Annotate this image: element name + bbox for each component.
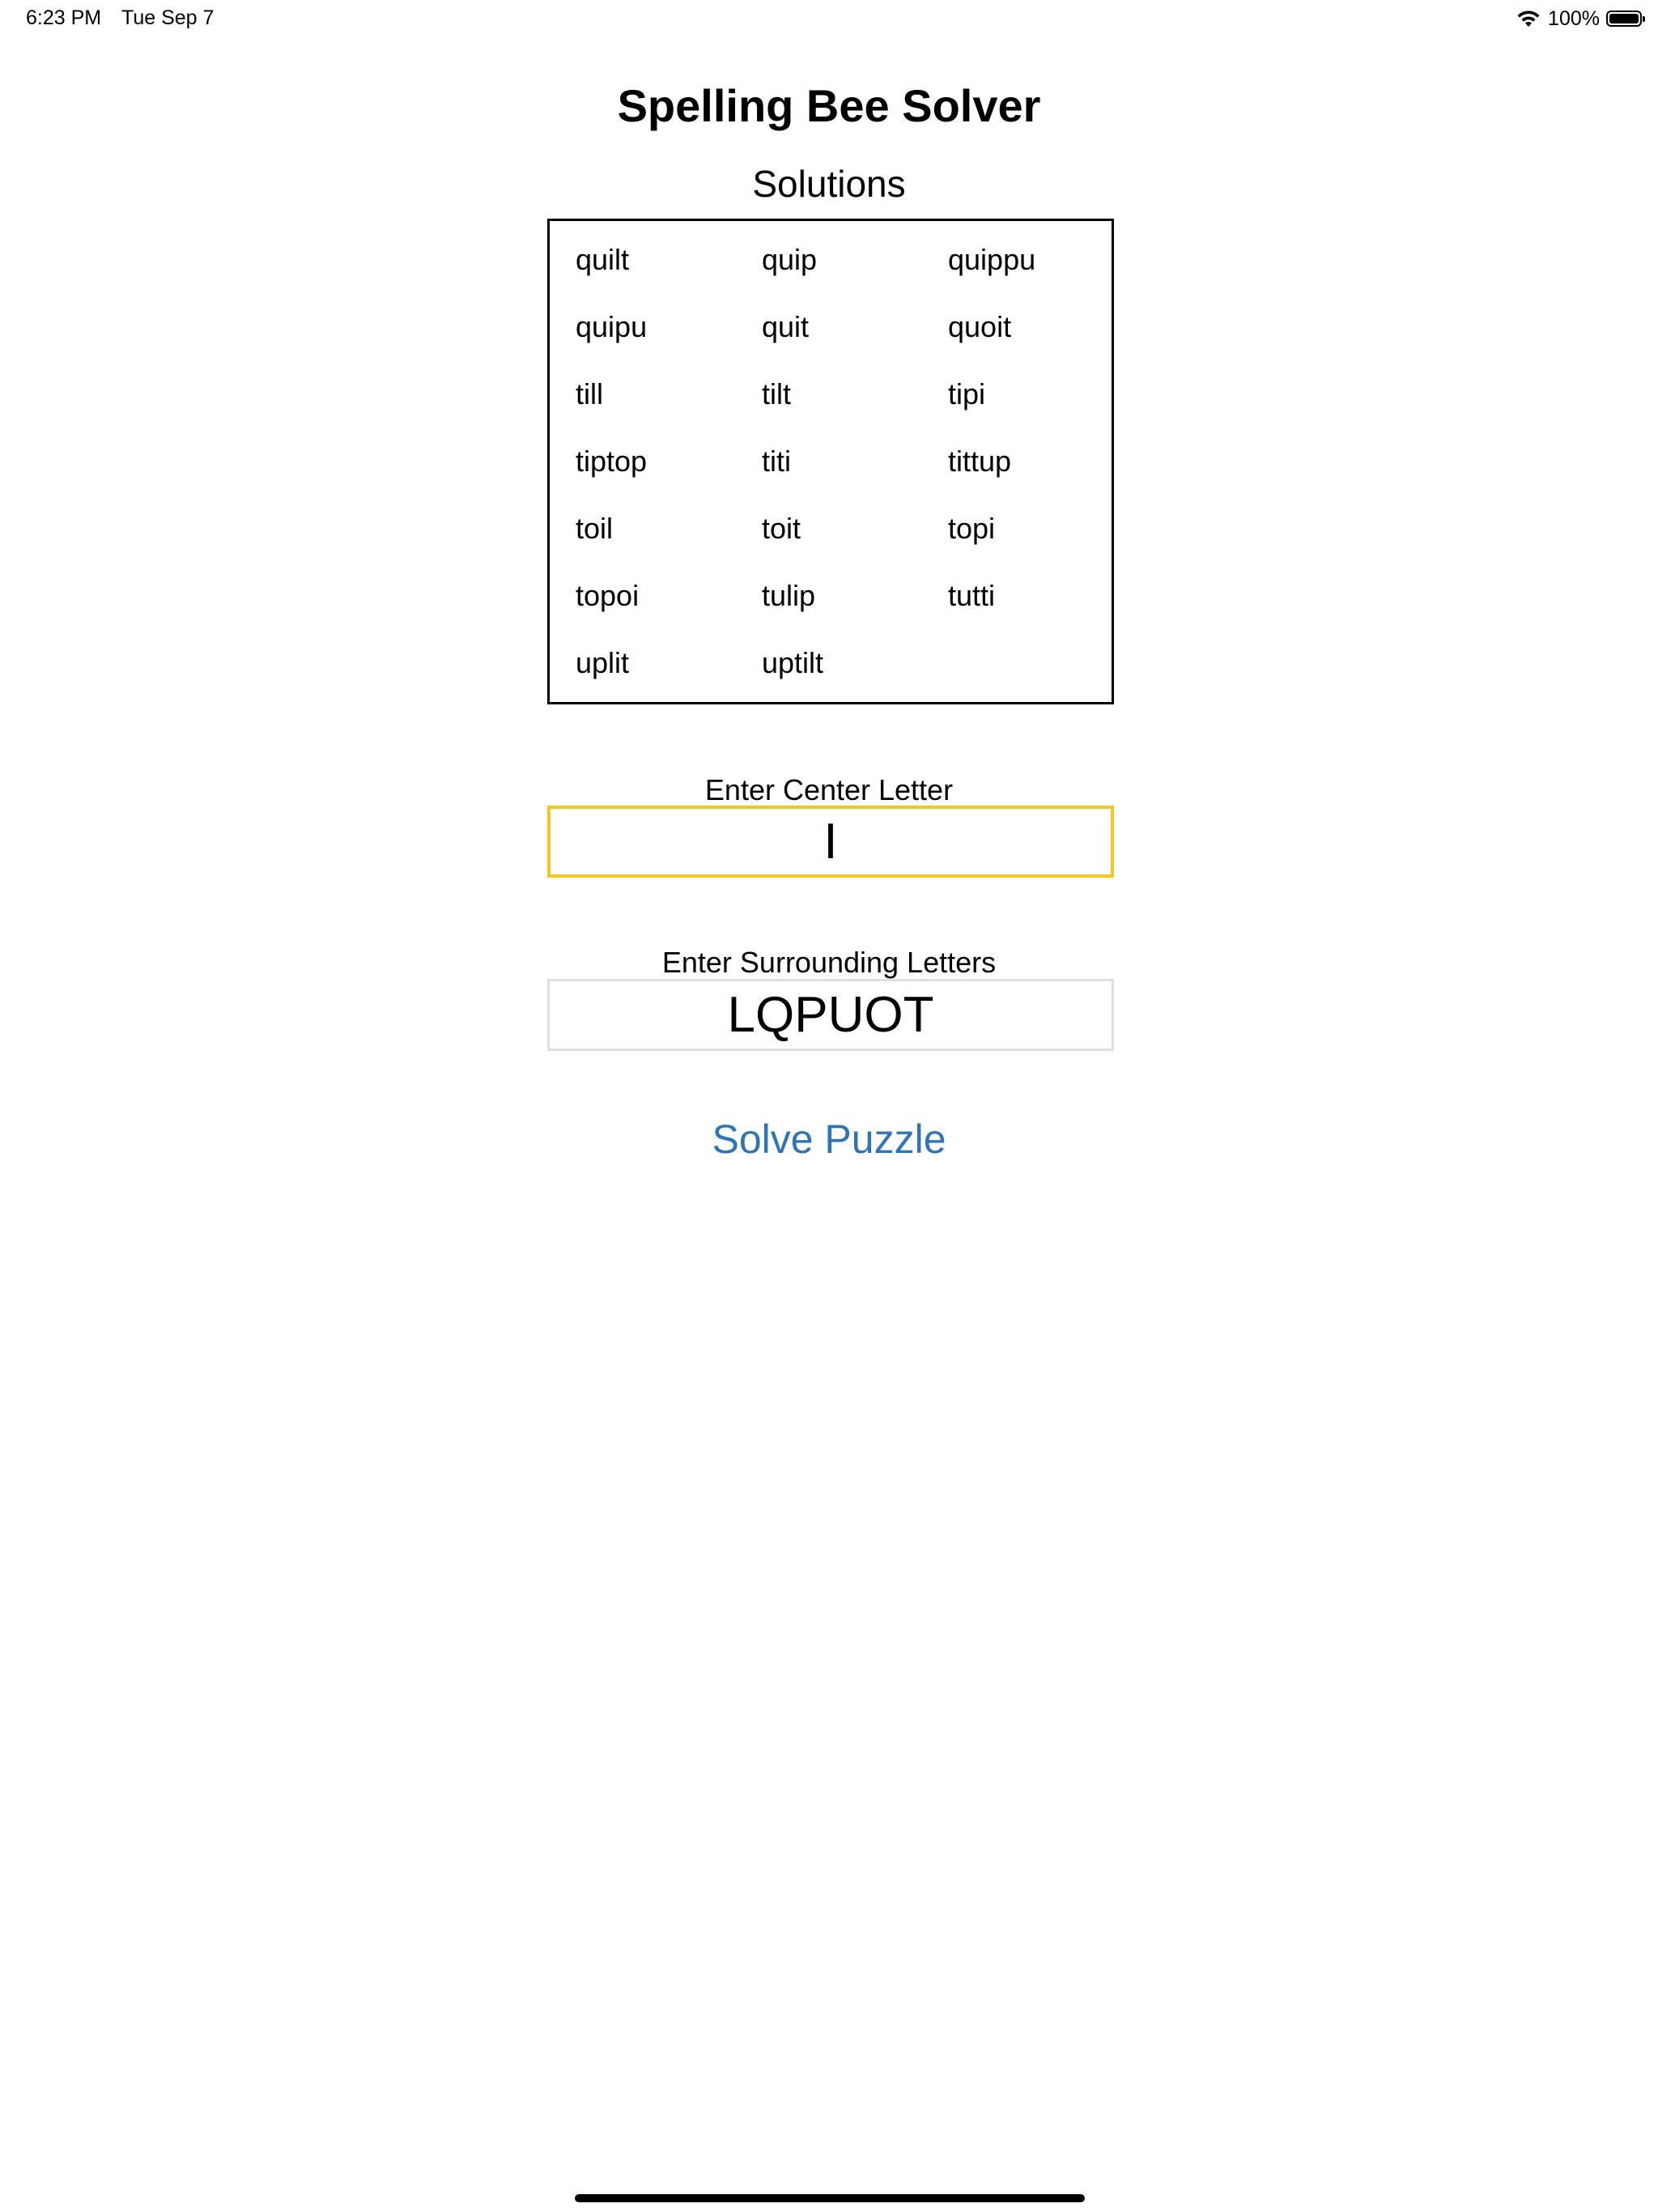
center-letter-input[interactable] [547, 806, 1114, 878]
solution-word: quippu [948, 243, 1036, 276]
solutions-box[interactable]: quilt quip quippu quipu quit quoit till tilt tip… [547, 219, 1114, 704]
home-indicator[interactable] [575, 2194, 1085, 2202]
solve-puzzle-button[interactable]: Solve Puzzle [667, 1111, 991, 1168]
solution-word: topoi [576, 579, 640, 612]
solution-word: till [576, 377, 603, 410]
solutions-label: Solutions [752, 163, 906, 205]
solution-word: toit [762, 512, 801, 545]
solution-word: toil [576, 512, 614, 545]
solution-word: tutti [948, 579, 996, 612]
solution-word: topi [948, 512, 996, 545]
solution-word: tilt [762, 377, 791, 410]
wifi-icon [1517, 11, 1540, 27]
status-time: 6:23 PM [26, 6, 102, 29]
surrounding-letters-input[interactable] [547, 979, 1114, 1051]
status-indicators: 100% [1516, 5, 1645, 32]
battery-icon [1606, 11, 1645, 27]
status-bar: 6:23 PM Tue Sep 7 100% [0, 0, 1658, 39]
solution-word: tipi [948, 377, 986, 410]
solution-word: quilt [576, 243, 630, 276]
page-title: Spelling Bee Solver [617, 80, 1041, 131]
solution-word: quipu [576, 310, 648, 343]
solution-word: titi [762, 445, 791, 478]
solution-word: tittup [948, 445, 1012, 478]
solution-word: quoit [948, 310, 1012, 343]
battery-percentage: 100% [1548, 6, 1600, 30]
solution-word: uptilt [762, 646, 824, 679]
solution-word: uplit [576, 646, 630, 679]
center-letter-label: Enter Center Letter [704, 773, 954, 806]
solution-word: quit [762, 310, 810, 343]
surrounding-letters-label: Enter Surrounding Letters [661, 946, 997, 979]
solutions-grid: quilt quip quippu quipu quit quoit till tilt tip… [576, 245, 1110, 716]
solution-word: tiptop [576, 445, 648, 478]
solution-word: quip [762, 243, 818, 276]
status-date: Tue Sep 7 [121, 6, 215, 29]
battery-nub [1643, 16, 1645, 22]
solution-word: tulip [762, 579, 816, 612]
battery-fill [1609, 14, 1639, 23]
